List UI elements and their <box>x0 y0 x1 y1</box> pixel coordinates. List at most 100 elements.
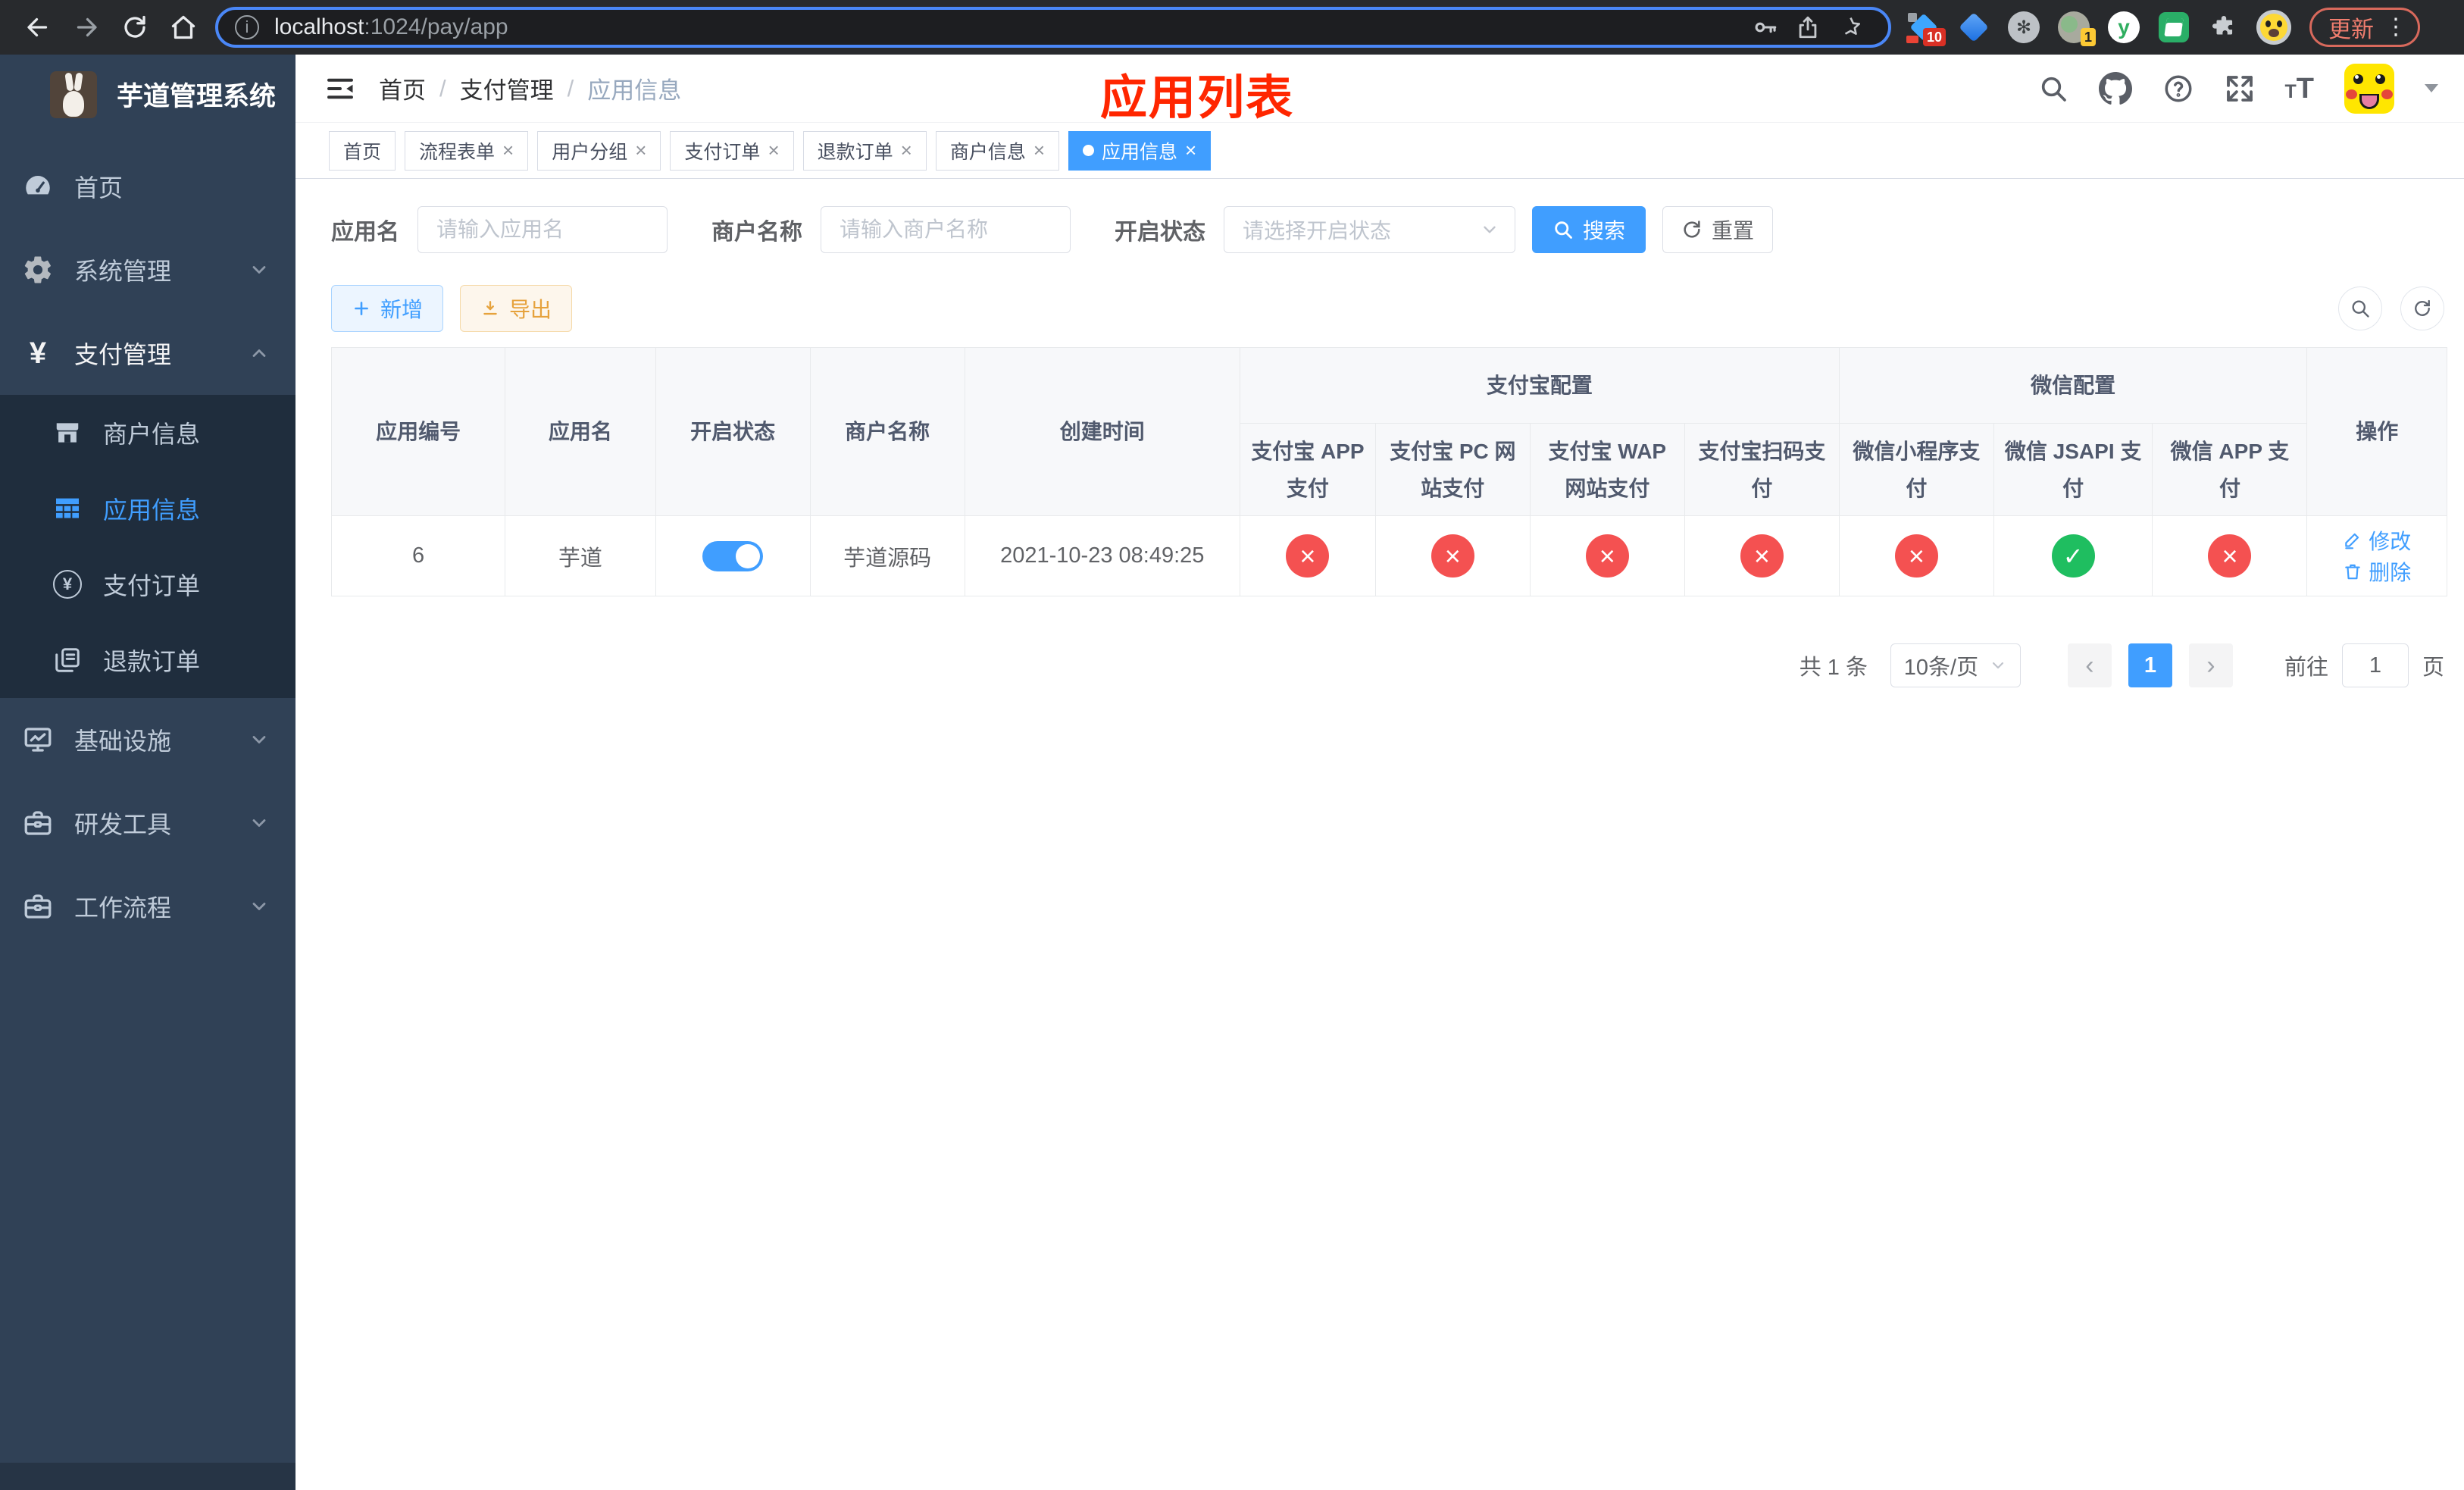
merchant-name-label: 商户名称 <box>711 220 802 245</box>
col-alipay-wap: 支付宝 WAP 网站支付 <box>1529 423 1685 516</box>
tab-close-icon[interactable]: × <box>1033 140 1045 160</box>
extension-gray-icon[interactable]: ✻ <box>2006 10 2041 45</box>
navbar: 首页 / 支付管理 / 应用信息 应用列表 TT <box>295 55 2464 124</box>
status-select[interactable]: 请选择开启状态 <box>1224 206 1515 253</box>
tab-close-icon[interactable]: × <box>635 140 646 160</box>
col-merchant: 商户名称 <box>809 347 965 516</box>
add-button[interactable]: 新增 <box>331 285 444 332</box>
github-icon[interactable] <box>2098 71 2132 105</box>
extension-wechat-devtools-icon[interactable] <box>2156 10 2191 45</box>
search-icon[interactable] <box>2038 74 2068 104</box>
extension-gem-icon[interactable] <box>1956 10 1991 45</box>
current-page-button[interactable]: 1 <box>2128 643 2172 687</box>
briefcase-icon <box>21 891 55 922</box>
sidebar-item-label: 基础设施 <box>74 728 172 755</box>
breadcrumb-payment[interactable]: 支付管理 <box>460 71 554 105</box>
screen: i localhost:1024/pay/app 10 ✻ 1 y 更新 ⋮ 芋… <box>0 0 2464 1490</box>
url-bar[interactable]: i localhost:1024/pay/app <box>215 7 1891 48</box>
tab-merchant-info[interactable]: 商户信息 × <box>935 130 1060 171</box>
url-text: localhost:1024/pay/app <box>274 14 1744 40</box>
browser-back-icon[interactable] <box>14 6 62 49</box>
sidebar-item-pay-order[interactable]: ¥ 支付订单 <box>0 546 295 622</box>
status-label: 开启状态 <box>1115 220 1205 245</box>
reset-button[interactable]: 重置 <box>1662 206 1774 253</box>
sidebar-item-dev-tools[interactable]: 研发工具 <box>0 781 295 865</box>
breadcrumb-home[interactable]: 首页 <box>379 71 426 105</box>
sidebar-collapse-icon[interactable] <box>324 73 356 105</box>
sidebar-item-payment[interactable]: ¥ 支付管理 <box>0 311 295 395</box>
sidebar-logo[interactable]: 芋道管理系统 <box>0 55 295 134</box>
cell-created: 2021-10-23 08:49:25 <box>964 515 1240 596</box>
prev-page-button[interactable]: ‹ <box>2067 643 2112 687</box>
tab-pay-order[interactable]: 支付订单 × <box>670 130 794 171</box>
breadcrumb: 首页 / 支付管理 / 应用信息 <box>379 71 681 105</box>
tab-user-group[interactable]: 用户分组 × <box>537 130 661 171</box>
search-button[interactable]: 搜索 <box>1532 206 1646 253</box>
tab-close-icon[interactable]: × <box>1185 140 1196 160</box>
sidebar-collapse-strip[interactable] <box>0 1463 295 1490</box>
tab-app-info[interactable]: 应用信息 × <box>1068 130 1212 171</box>
status-toggle[interactable] <box>702 540 764 571</box>
extension-green-dot-icon[interactable]: 1 <box>2056 10 2096 46</box>
chevron-down-icon <box>249 729 270 750</box>
app-name-label: 应用名 <box>331 220 399 245</box>
browser-menu-icon[interactable]: ⋮ <box>2384 16 2407 39</box>
tab-home[interactable]: 首页 <box>329 130 396 171</box>
sidebar-item-workflow[interactable]: 工作流程 <box>0 865 295 948</box>
chevron-down-icon <box>1480 220 1499 239</box>
help-icon[interactable] <box>2162 73 2194 105</box>
user-avatar[interactable] <box>2344 63 2394 114</box>
tab-close-icon[interactable]: × <box>768 140 779 160</box>
tab-process-form[interactable]: 流程表单 × <box>405 130 529 171</box>
config-status-icon <box>1431 534 1474 578</box>
browser-update-button[interactable]: 更新 ⋮ <box>2309 8 2420 47</box>
browser-home-icon[interactable] <box>159 6 208 49</box>
tab-label: 流程表单 <box>419 141 496 163</box>
share-icon[interactable] <box>1787 14 1829 40</box>
sidebar-item-merchant-info[interactable]: 商户信息 <box>0 395 295 471</box>
chevron-up-icon <box>249 343 270 364</box>
goto-page-input[interactable] <box>2341 643 2409 687</box>
delete-label: 删除 <box>2369 560 2412 584</box>
delete-link[interactable]: 删除 <box>2343 556 2411 587</box>
config-status-icon <box>1286 534 1330 578</box>
edit-link[interactable]: 修改 <box>2343 525 2411 556</box>
sidebar-item-system[interactable]: 系统管理 <box>0 228 295 311</box>
bookmark-star-icon[interactable] <box>1829 14 1871 40</box>
site-info-icon[interactable]: i <box>235 15 259 39</box>
sidebar-item-infrastructure[interactable]: 基础设施 <box>0 698 295 781</box>
sidebar-menu: 首页 系统管理 ¥ 支付管理 商户信息 应用信息 ¥ 支付订单 退款订单 基础设… <box>0 145 295 948</box>
export-button[interactable]: 导出 <box>460 285 573 332</box>
monitor-chart-icon <box>21 724 55 756</box>
avatar-dropdown-caret[interactable] <box>2425 84 2438 92</box>
filter-form: 应用名 商户名称 开启状态 请选择开启状态 搜索 重置 <box>331 206 2447 253</box>
browser-reload-icon[interactable] <box>111 6 159 49</box>
fullscreen-icon[interactable] <box>2225 74 2255 104</box>
add-button-label: 新增 <box>380 298 424 321</box>
next-page-button[interactable]: › <box>2188 643 2233 687</box>
merchant-name-input[interactable] <box>821 206 1071 253</box>
tab-refund-order[interactable]: 退款订单 × <box>802 130 927 171</box>
extension-vue-icon[interactable]: y <box>2106 10 2141 45</box>
pencil-icon <box>2345 533 2359 549</box>
refresh-table-button[interactable] <box>2400 286 2444 330</box>
toggle-search-button[interactable] <box>2338 286 2382 330</box>
col-app-id: 应用编号 <box>330 347 506 516</box>
goto-label: 前往 <box>2284 656 2328 680</box>
tab-close-icon[interactable]: × <box>502 140 514 160</box>
sidebar-item-refund-order[interactable]: 退款订单 <box>0 622 295 698</box>
sidebar-item-home[interactable]: 首页 <box>0 145 295 228</box>
password-key-icon[interactable] <box>1744 14 1787 40</box>
cell-merchant: 芋道源码 <box>809 515 965 596</box>
reset-button-label: 重置 <box>1712 219 1755 243</box>
browser-forward-icon[interactable] <box>62 6 111 49</box>
browser-profile-avatar[interactable] <box>2256 10 2291 45</box>
breadcrumb-separator: / <box>439 74 446 102</box>
sidebar-item-app-info[interactable]: 应用信息 <box>0 471 295 546</box>
tab-close-icon[interactable]: × <box>901 140 912 160</box>
extensions-puzzle-icon[interactable] <box>2206 10 2241 45</box>
app-name-input[interactable] <box>417 206 668 253</box>
extension-translate-icon[interactable]: 10 <box>1906 10 1946 46</box>
font-size-icon[interactable]: TT <box>2285 74 2315 103</box>
page-size-select[interactable]: 10条/页 <box>1890 643 2021 687</box>
